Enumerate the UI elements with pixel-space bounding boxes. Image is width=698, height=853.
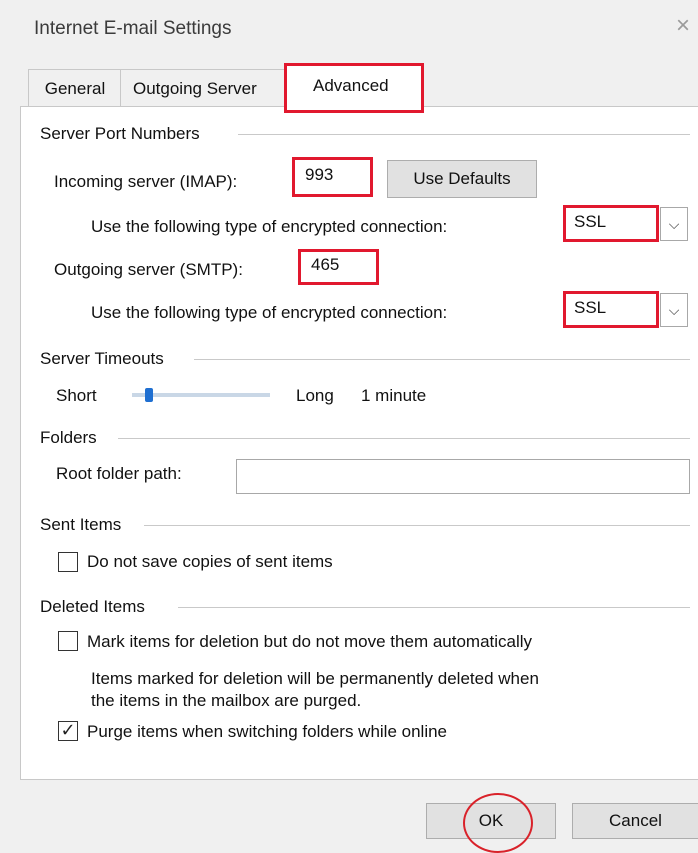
use-defaults-button[interactable]: Use Defaults <box>387 160 537 198</box>
group-divider <box>144 525 690 526</box>
incoming-port-value: 993 <box>305 165 334 184</box>
purge-items-label[interactable]: Purge items when switching folders while… <box>87 722 447 742</box>
deletion-note-line1: Items marked for deletion will be perman… <box>91 669 539 688</box>
outgoing-port-input[interactable]: 465 <box>298 249 379 285</box>
group-divider <box>238 134 690 135</box>
mark-deletion-checkbox[interactable] <box>58 631 78 651</box>
close-icon[interactable]: × <box>676 14 690 38</box>
encryption-label-outgoing: Use the following type of encrypted conn… <box>91 303 448 322</box>
server-port-numbers-heading: Server Port Numbers <box>40 124 200 143</box>
timeout-slider-thumb[interactable] <box>144 388 153 402</box>
incoming-encryption-select[interactable]: SSL <box>563 205 659 242</box>
deletion-note-line2: the items in the mailbox are purged. <box>91 691 362 710</box>
incoming-encryption-value: SSL <box>574 212 607 231</box>
outgoing-port-value: 465 <box>311 255 340 274</box>
outgoing-encryption-select[interactable]: SSL <box>563 291 659 328</box>
outgoing-server-label: Outgoing server (SMTP): <box>54 260 243 279</box>
deleted-items-heading: Deleted Items <box>40 597 145 616</box>
cancel-button[interactable]: Cancel <box>572 803 698 839</box>
timeout-value: 1 minute <box>361 386 427 405</box>
no-copies-checkbox[interactable] <box>58 552 78 572</box>
no-copies-label[interactable]: Do not save copies of sent items <box>87 552 333 572</box>
timeout-long-label: Long <box>296 386 334 405</box>
group-divider <box>194 359 690 360</box>
root-folder-path-input[interactable] <box>236 459 690 494</box>
window-title: Internet E-mail Settings <box>34 18 232 39</box>
group-divider <box>178 607 690 608</box>
cancel-label: Cancel <box>609 811 662 830</box>
timeout-slider[interactable] <box>132 393 270 397</box>
incoming-port-input[interactable]: 993 <box>292 157 373 197</box>
server-timeouts-heading: Server Timeouts <box>40 349 164 368</box>
root-folder-label: Root folder path: <box>56 464 182 483</box>
group-divider <box>118 438 690 439</box>
tab-advanced[interactable]: Advanced <box>284 63 424 113</box>
tab-outgoing-server[interactable]: Outgoing Server <box>120 69 288 107</box>
incoming-server-label: Incoming server (IMAP): <box>54 172 238 191</box>
outgoing-encryption-value: SSL <box>574 298 607 317</box>
purge-items-checkbox[interactable]: ✓ <box>58 721 78 741</box>
chevron-down-icon[interactable]: ⌵ <box>660 293 688 327</box>
encryption-label-incoming: Use the following type of encrypted conn… <box>91 217 448 236</box>
tab-general[interactable]: General <box>28 69 122 108</box>
timeout-short-label: Short <box>56 386 97 405</box>
ok-highlight-circle <box>463 793 533 853</box>
folders-heading: Folders <box>40 428 97 447</box>
mark-deletion-label[interactable]: Mark items for deletion but do not move … <box>87 632 532 652</box>
chevron-down-icon[interactable]: ⌵ <box>660 207 688 241</box>
sent-items-heading: Sent Items <box>40 515 122 534</box>
